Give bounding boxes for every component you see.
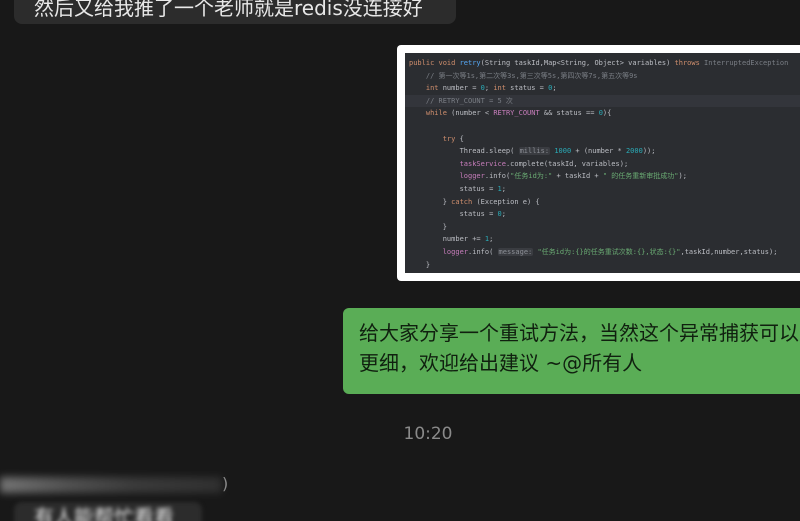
code-line: status = 1; [409,184,506,193]
redaction-blur [0,477,222,493]
code-line: } catch (Exception e) { [409,197,540,206]
code-line: logger.info("任务id为:" + taskId + " 的任务重新审… [459,172,687,181]
code-line: status = 0; [409,210,506,219]
code-line: try { [442,134,464,143]
message-bubble-outgoing[interactable]: 给大家分享一个重试方法，当然这个异常捕获可以 更细，欢迎给出建议 ~@所有人 [343,308,800,394]
code-line: public void retry(String taskId,Map<Stri… [409,59,789,67]
code-line: // RETRY_COUNT = 5 次 [405,94,800,108]
message-text-line-1: 给大家分享一个重试方法，当然这个异常捕获可以 [359,321,799,345]
message-text: 有人能帮忙看看 [34,505,174,521]
chat-panel: 然后又给我推了一个老师就是redis没连接好 public void retry… [0,0,800,521]
code-line: // 第一次等1s,第二次等3s,第三次等5s,第四次等7s,第五次等9s [409,71,638,80]
message-text: 然后又给我推了一个老师就是redis没连接好 [34,0,423,20]
code-screenshot-image[interactable]: public void retry(String taskId,Map<Stri… [397,45,800,281]
code-line: } [409,260,431,269]
code-line: int number = 0; int status = 0; [425,84,557,93]
message-text-line-2: 更细，欢迎给出建议 ~@所有人 [359,351,643,375]
code-line: number += 1; [409,235,494,244]
code-line: logger.info( message: "任务id为:{}的任务重试次数:{… [442,247,778,256]
sender-name-redacted: ) [0,474,230,496]
code-line: } [409,222,447,231]
message-timestamp: 10:20 [403,424,453,444]
code-block: public void retry(String taskId,Map<Stri… [405,53,800,273]
code-line: taskService.complete(taskId, variables); [459,159,629,168]
code-line: Thread.sleep( millis: 1000 + (number * 2… [409,147,656,156]
message-bubble-incoming[interactable]: 然后又给我推了一个老师就是redis没连接好 [14,0,456,24]
message-bubble-incoming-bottom[interactable]: 有人能帮忙看看 [14,502,202,521]
sender-name-paren: ) [222,474,229,493]
code-line: while (number < RETRY_COUNT && status ==… [425,109,612,118]
